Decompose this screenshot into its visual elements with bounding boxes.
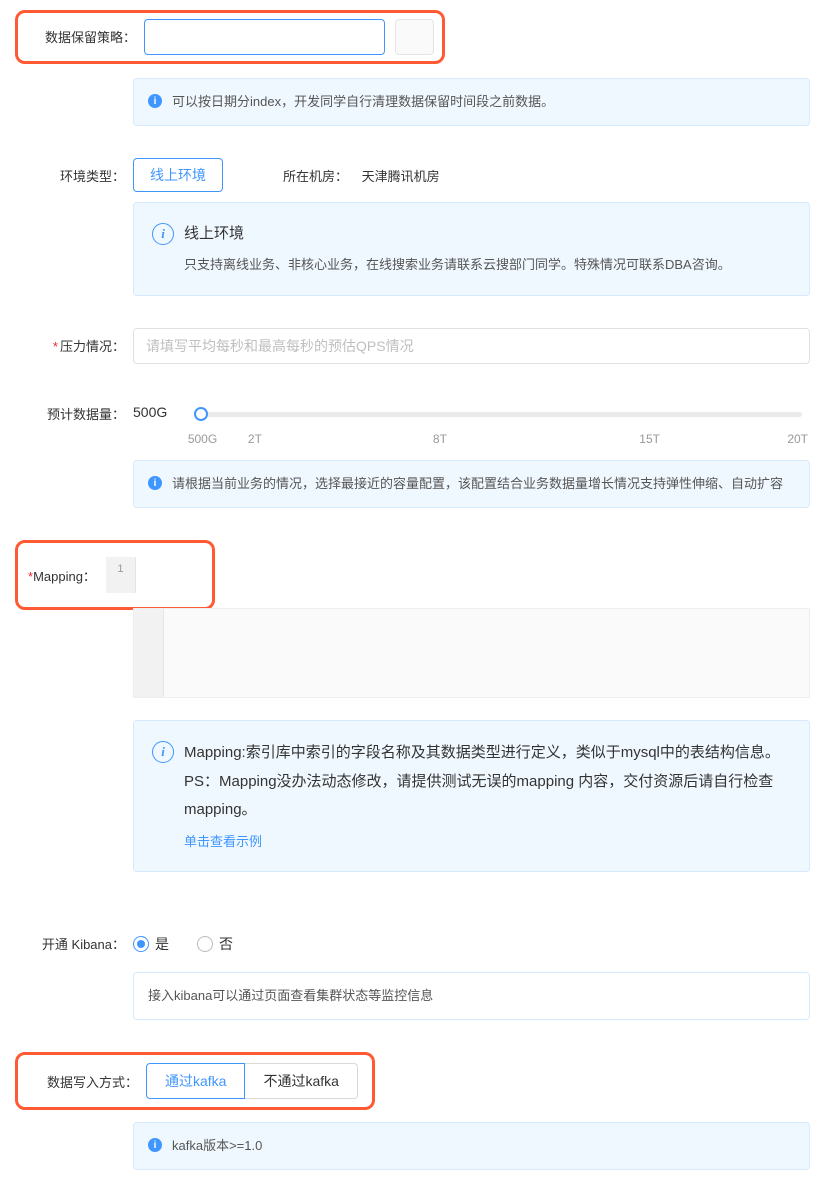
retention-info-box: i 可以按日期分index，开发同学自行清理数据保留时间段之前数据。 bbox=[133, 78, 810, 126]
kibana-info-box: 接入kibana可以通过页面查看集群状态等监控信息 bbox=[133, 972, 810, 1020]
highlighted-region-write-mode: 数据写入方式： 通过kafka 不通过kafka bbox=[15, 1052, 375, 1110]
env-type-button[interactable]: 线上环境 bbox=[133, 158, 223, 192]
info-icon: i bbox=[148, 1138, 162, 1152]
env-room-value: 天津腾讯机房 bbox=[362, 169, 440, 184]
pressure-label: *压力情况： bbox=[15, 328, 133, 355]
info-icon: i bbox=[148, 94, 162, 108]
radio-icon bbox=[133, 936, 149, 952]
volume-slider[interactable]: 500G 2T 8T 15T 20T bbox=[193, 396, 810, 450]
info-icon: i bbox=[148, 476, 162, 490]
env-info-box: i 线上环境 只支持离线业务、非核心业务，在线搜索业务请联系云搜部门同学。特殊情… bbox=[133, 202, 810, 296]
volume-info-box: i 请根据当前业务的情况，选择最接近的容量配置，该配置结合业务数据量增长情况支持… bbox=[133, 460, 810, 508]
retention-input[interactable] bbox=[144, 19, 385, 55]
code-line-number: 1 bbox=[117, 563, 123, 575]
retention-extra-button[interactable] bbox=[395, 19, 434, 55]
volume-label: 预计数据量： bbox=[15, 396, 133, 423]
env-info-body: 只支持离线业务、非核心业务，在线搜索业务请联系云搜部门同学。特殊情况可联系DBA… bbox=[184, 253, 731, 278]
write-mode-no-kafka[interactable]: 不通过kafka bbox=[245, 1063, 357, 1099]
write-mode-segmented: 通过kafka 不通过kafka bbox=[146, 1063, 362, 1099]
radio-icon bbox=[197, 936, 213, 952]
write-mode-info-box: i kafka版本>=1.0 bbox=[133, 1122, 810, 1170]
mapping-code-editor[interactable] bbox=[133, 608, 810, 698]
write-mode-kafka[interactable]: 通过kafka bbox=[146, 1063, 245, 1099]
retention-label: 数据保留策略： bbox=[26, 19, 144, 46]
retention-info-text: 可以按日期分index，开发同学自行清理数据保留时间段之前数据。 bbox=[172, 91, 554, 113]
kibana-radio-no[interactable]: 否 bbox=[197, 934, 233, 954]
env-room-label: 所在机房： bbox=[283, 169, 348, 184]
info-icon: i bbox=[152, 223, 174, 245]
env-label: 环境类型： bbox=[15, 158, 133, 185]
kibana-info-text: 接入kibana可以通过页面查看集群状态等监控信息 bbox=[148, 985, 433, 1007]
slider-handle[interactable] bbox=[194, 407, 208, 421]
mapping-label: Mapping： bbox=[33, 569, 96, 584]
slider-labels: 500G 2T 8T 15T 20T bbox=[193, 432, 810, 448]
info-icon: i bbox=[152, 741, 174, 763]
env-room: 所在机房： 天津腾讯机房 bbox=[283, 166, 440, 185]
mapping-info-body: Mapping:索引库中索引的字段名称及其数据类型进行定义，类似于mysql中的… bbox=[184, 739, 791, 825]
highlighted-region-retention: 数据保留策略： bbox=[15, 10, 445, 64]
mapping-example-link[interactable]: 单击查看示例 bbox=[184, 831, 262, 853]
env-info-title: 线上环境 bbox=[184, 221, 731, 247]
kibana-radio-group: 是 否 bbox=[133, 926, 810, 962]
kibana-radio-yes[interactable]: 是 bbox=[133, 934, 169, 954]
mapping-info-box: i Mapping:索引库中索引的字段名称及其数据类型进行定义，类似于mysql… bbox=[133, 720, 810, 872]
volume-info-text: 请根据当前业务的情况，选择最接近的容量配置，该配置结合业务数据量增长情况支持弹性… bbox=[172, 473, 783, 495]
highlighted-region-mapping: *Mapping： 1 bbox=[15, 540, 215, 610]
write-mode-label: 数据写入方式： bbox=[28, 1072, 146, 1091]
volume-value: 500G bbox=[133, 396, 167, 420]
kibana-label: 开通 Kibana： bbox=[15, 926, 133, 953]
pressure-input[interactable] bbox=[133, 328, 810, 364]
write-mode-info-text: kafka版本>=1.0 bbox=[172, 1135, 262, 1157]
